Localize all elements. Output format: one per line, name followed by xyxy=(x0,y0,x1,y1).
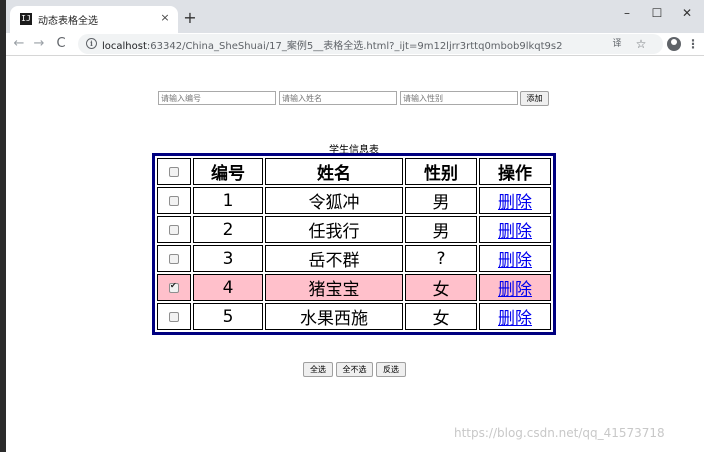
browser-tab[interactable]: IJ 动态表格全选 × xyxy=(10,6,178,33)
gender-input[interactable] xyxy=(400,91,518,105)
tab-close-icon[interactable]: × xyxy=(158,10,172,26)
translate-icon[interactable]: 译 xyxy=(610,37,624,51)
header-checkbox-cell xyxy=(157,158,191,185)
url-text[interactable]: localhost:63342/China_SheShuai/17_案例5__表… xyxy=(102,37,563,52)
menu-dots-icon[interactable]: ⋮ xyxy=(686,35,700,53)
action-cell: 删除 xyxy=(479,303,551,330)
csdn-watermark: https://blog.csdn.net/qq_41573718 xyxy=(454,426,665,440)
checkbox-cell xyxy=(157,216,191,243)
delete-link[interactable]: 删除 xyxy=(498,280,532,300)
id-cell: 1 xyxy=(193,187,263,214)
delete-link[interactable]: 删除 xyxy=(498,251,532,271)
invert-selection-button[interactable]: 反选 xyxy=(376,362,406,377)
header-gender: 性别 xyxy=(405,158,477,185)
browser-window: IJ 动态表格全选 × + – ☐ ✕ ← → C i localhost:63… xyxy=(6,0,704,452)
action-cell: 删除 xyxy=(479,187,551,214)
gender-cell: 男 xyxy=(405,216,477,243)
checkbox-cell xyxy=(157,245,191,272)
checkbox-cell xyxy=(157,274,191,301)
gender-cell: ? xyxy=(405,245,477,272)
gender-cell: 女 xyxy=(405,303,477,330)
back-arrow-icon[interactable]: ← xyxy=(10,35,28,53)
bookmark-star-icon[interactable]: ☆ xyxy=(634,37,648,51)
id-cell: 3 xyxy=(193,245,263,272)
gender-cell: 女 xyxy=(405,274,477,301)
url-path: :63342/China_SheShuai/17_案例5__表格全选.html?… xyxy=(146,41,563,52)
table-row: 5 水果西施 女 删除 xyxy=(157,303,551,330)
checkbox-cell xyxy=(157,303,191,330)
select-all-button[interactable]: 全选 xyxy=(303,362,333,377)
checkbox-cell xyxy=(157,187,191,214)
add-button[interactable]: 添加 xyxy=(520,91,549,106)
id-cell: 4 xyxy=(193,274,263,301)
delete-link[interactable]: 删除 xyxy=(498,193,532,213)
action-cell: 删除 xyxy=(479,274,551,301)
minimize-button[interactable]: – xyxy=(612,3,642,23)
student-table: 编号 姓名 性别 操作 1 令狐冲 男 删除 2 任我行 男 删除 3 岳不群 … xyxy=(152,153,556,335)
close-window-button[interactable]: ✕ xyxy=(672,3,702,23)
table-row: 3 岳不群 ? 删除 xyxy=(157,245,551,272)
id-input[interactable] xyxy=(158,91,276,105)
row-checkbox[interactable] xyxy=(169,224,179,235)
tab-title: 动态表格全选 xyxy=(38,16,98,27)
name-cell: 岳不群 xyxy=(265,245,403,272)
delete-link[interactable]: 删除 xyxy=(498,222,532,242)
page-content: 添加 学生信息表 编号 姓名 性别 操作 1 令狐冲 男 删除 xyxy=(6,57,704,452)
table-row: 1 令狐冲 男 删除 xyxy=(157,187,551,214)
address-bar[interactable]: i localhost:63342/China_SheShuai/17_案例5_… xyxy=(78,34,663,54)
header-action: 操作 xyxy=(479,158,551,185)
name-cell: 任我行 xyxy=(265,216,403,243)
intellij-favicon-icon: IJ xyxy=(20,13,32,25)
profile-avatar-icon[interactable] xyxy=(667,37,681,51)
table-header-row: 编号 姓名 性别 操作 xyxy=(157,158,551,185)
row-checkbox[interactable] xyxy=(169,195,179,206)
table-row: 2 任我行 男 删除 xyxy=(157,216,551,243)
tab-strip: IJ 动态表格全选 × + – ☐ ✕ xyxy=(6,0,704,33)
delete-link[interactable]: 删除 xyxy=(498,309,532,329)
select-all-checkbox[interactable] xyxy=(169,166,179,177)
row-checkbox[interactable] xyxy=(169,311,179,322)
name-cell: 令狐冲 xyxy=(265,187,403,214)
select-none-button[interactable]: 全不选 xyxy=(336,362,373,377)
new-tab-button[interactable]: + xyxy=(180,8,200,28)
action-cell: 删除 xyxy=(479,216,551,243)
url-host: localhost xyxy=(102,41,147,52)
header-id: 编号 xyxy=(193,158,263,185)
row-checkbox[interactable] xyxy=(169,253,179,264)
maximize-button[interactable]: ☐ xyxy=(642,3,672,23)
name-cell: 猪宝宝 xyxy=(265,274,403,301)
reload-icon[interactable]: C xyxy=(52,35,70,53)
gender-cell: 男 xyxy=(405,187,477,214)
action-cell: 删除 xyxy=(479,245,551,272)
id-cell: 5 xyxy=(193,303,263,330)
info-icon[interactable]: i xyxy=(86,38,97,49)
table-row-selected: 4 猪宝宝 女 删除 xyxy=(157,274,551,301)
browser-toolbar: ← → C i localhost:63342/China_SheShuai/1… xyxy=(6,33,704,56)
id-cell: 2 xyxy=(193,216,263,243)
name-cell: 水果西施 xyxy=(265,303,403,330)
row-checkbox-checked[interactable] xyxy=(169,281,179,293)
header-name: 姓名 xyxy=(265,158,403,185)
forward-arrow-icon[interactable]: → xyxy=(30,35,48,53)
name-input[interactable] xyxy=(279,91,397,105)
